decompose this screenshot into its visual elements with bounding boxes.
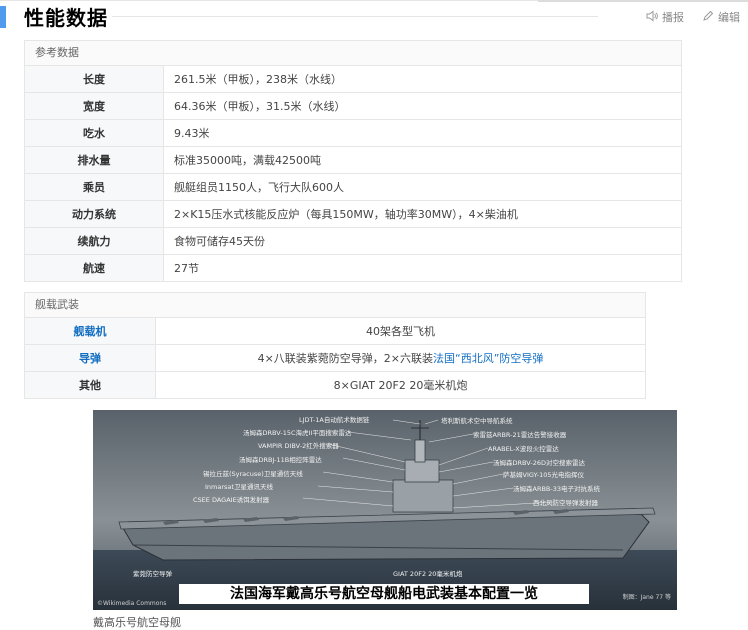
figure-label: 锡拉丘兹(Syracuse)卫星通信天线 <box>203 470 303 478</box>
figure-label: CSEE DAGAIE诱饵发射器 <box>193 496 270 504</box>
row-value: 4×八联装紫菀防空导弹，2×六联装法国“西北风”防空导弹 <box>155 344 645 372</box>
row-value: 舰艇组员1150人，飞行大队600人 <box>163 173 681 201</box>
figure-label: VAMPIR DIBV-2红外搜索器 <box>258 442 339 450</box>
row-key: 排水量 <box>25 146 164 174</box>
weapons-table: 舰载机 40架各型飞机 导弹 4×八联装紫菀防空导弹，2×六联装法国“西北风”防… <box>25 318 645 398</box>
row-value: 标准35000吨，满载42500吨 <box>163 146 681 174</box>
report-button[interactable]: 播报 <box>646 9 684 25</box>
title-rule <box>112 16 598 17</box>
table-row: 长度 261.5米（甲板），238米（水线） <box>25 66 681 93</box>
aircraft-link[interactable]: 舰载机 <box>25 318 156 345</box>
figure-label: 萨基姆VIGY-105光电指挥仪 <box>503 471 585 479</box>
missile-link[interactable]: 导弹 <box>25 344 156 372</box>
row-value: 64.36米（甲板），31.5米（水线） <box>163 92 681 120</box>
row-key: 续航力 <box>25 227 164 255</box>
figure-caption: 戴高乐号航空母舰 <box>93 616 181 629</box>
section-accent-bar <box>0 6 6 28</box>
figure-label: 紫菀防空导弹 <box>133 570 172 578</box>
row-value: 8×GIAT 20F2 20毫米机炮 <box>333 379 468 392</box>
carrier-diagram-image[interactable]: LJDT-1A自动航术数据链 塔利斯航术空中导航系统 汤姆森DRBV-15C海虎… <box>93 410 677 610</box>
figure-label: GIAT 20F2 20毫米机炮 <box>393 570 463 578</box>
figure-label: 西北风防空导弹发射器 <box>533 499 598 507</box>
figure-label: 汤姆森DRBV-26D对空搜索雷达 <box>493 459 585 467</box>
table-row: 航速 27节 <box>25 254 681 281</box>
row-value: 261.5米（甲板），238米（水线） <box>163 66 681 93</box>
figure-label: Inmarsat卫星通讯天线 <box>205 483 273 491</box>
row-key: 宽度 <box>25 92 164 120</box>
speaker-icon <box>646 10 658 25</box>
specs-table-panel: 参考数据 长度 261.5米（甲板），238米（水线） 宽度 64.36米（甲板），… <box>24 40 682 282</box>
row-value: 27节 <box>174 262 199 275</box>
figure-credit-left: ©Wikimedia Commons <box>97 600 167 607</box>
missile-value-text: 4×八联装紫菀防空导弹，2×六联装 <box>257 352 434 365</box>
table-row: 宽度 64.36米（甲板），31.5米（水线） <box>25 92 681 120</box>
figure-credit-right: 制图：Jane 77 等 <box>622 594 671 601</box>
figure-label: LJDT-1A自动航术数据链 <box>299 416 370 424</box>
weapons-caption: 舰载武装 <box>25 293 645 318</box>
table-row: 其他 8×GIAT 20F2 20毫米机炮 <box>25 371 645 398</box>
row-key: 乘员 <box>25 173 164 201</box>
figure-label: 索雷兹ARBR-21雷达告警接收器 <box>473 431 567 439</box>
figure-label: 汤姆森ARBB-33电子对抗系统 <box>513 485 600 493</box>
mistral-missile-link[interactable]: 法国“西北风”防空导弹 <box>433 352 543 365</box>
carrier-illustration <box>93 410 677 610</box>
row-value: 40架各型飞机 <box>155 318 645 345</box>
figure-label: ARABEL-X波段火控雷达 <box>488 445 559 453</box>
specs-table: 长度 261.5米（甲板），238米（水线） 宽度 64.36米（甲板），31.5米… <box>25 66 681 281</box>
row-value: 食物可储存45天份 <box>163 227 681 255</box>
weapons-table-panel: 舰载武装 舰载机 40架各型飞机 导弹 4×八联装紫菀防空导弹，2×六联装法国“… <box>24 292 646 399</box>
figure-label: 汤姆森DRBJ-11B相控阵雷达 <box>239 456 322 464</box>
figure-banner: 法国海军戴高乐号航空母舰船电武装基本配置一览 <box>179 584 589 604</box>
figure-label: 塔利斯航术空中导航系统 <box>441 417 513 425</box>
row-key: 吃水 <box>25 119 164 147</box>
row-key: 动力系统 <box>25 200 164 228</box>
edit-button[interactable]: 编辑 <box>702 9 740 25</box>
table-row: 动力系统 2×K15压水式核能反应炉（每具150MW，轴功率30MW），4×柴油机 <box>25 200 681 228</box>
row-key: 航速 <box>25 254 164 281</box>
section-actions: 播报 编辑 <box>646 9 740 25</box>
table-row: 乘员 舰艇组员1150人，飞行大队600人 <box>25 173 681 201</box>
figure-label: 汤姆森DRBV-15C海虎II平面搜索雷达 <box>243 429 352 437</box>
table-row: 排水量 标准35000吨，满载42500吨 <box>25 146 681 174</box>
top-divider-right <box>538 0 748 2</box>
table-row: 导弹 4×八联装紫菀防空导弹，2×六联装法国“西北风”防空导弹 <box>25 344 645 372</box>
row-key: 其他 <box>25 371 156 398</box>
edit-label: 编辑 <box>718 11 740 24</box>
report-label: 播报 <box>662 11 684 24</box>
row-value: 2×K15压水式核能反应炉（每具150MW，轴功率30MW），4×柴油机 <box>163 200 681 228</box>
table-row: 续航力 食物可储存45天份 <box>25 227 681 255</box>
table-row: 舰载机 40架各型飞机 <box>25 318 645 345</box>
section-title: 性能数据 <box>24 6 108 30</box>
row-key: 长度 <box>25 66 164 93</box>
table-row: 吃水 9.43米 <box>25 119 681 147</box>
pencil-icon <box>702 10 714 25</box>
specs-caption: 参考数据 <box>25 41 681 66</box>
row-value: 9.43米 <box>163 119 681 147</box>
